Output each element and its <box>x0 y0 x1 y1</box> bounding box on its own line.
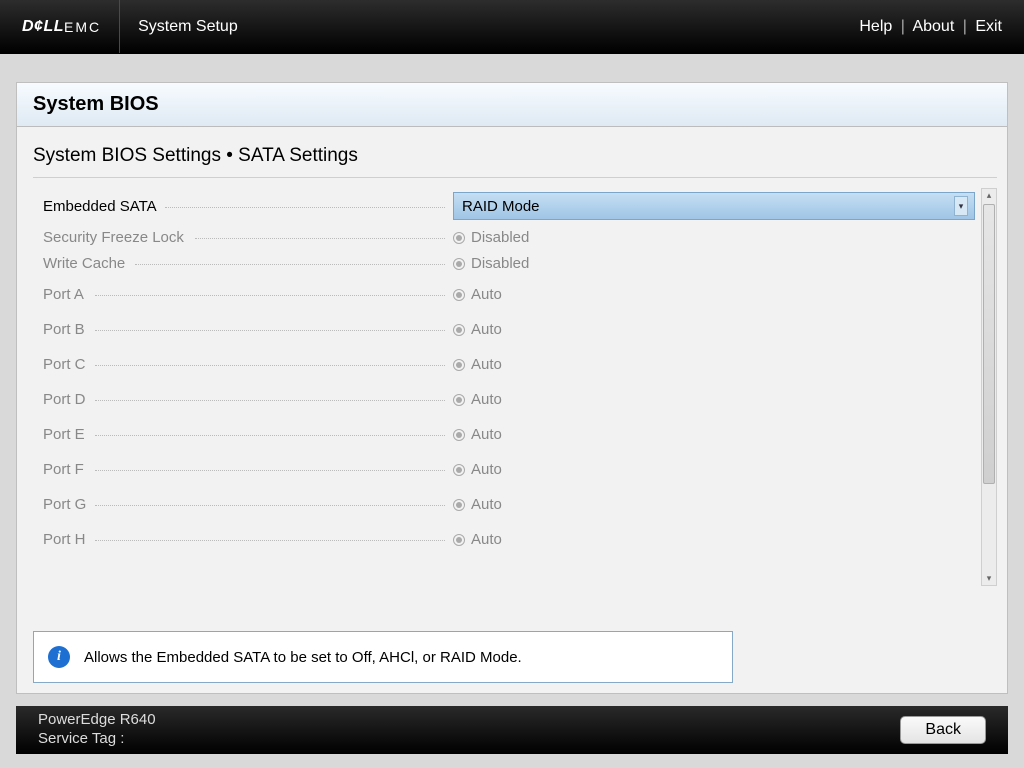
info-icon: i <box>48 646 70 668</box>
row-port: Port D Auto <box>33 382 975 417</box>
form-area: Embedded SATA RAID Mode ▾ Security Freez… <box>33 188 997 586</box>
embedded-sata-selected: RAID Mode <box>462 198 540 215</box>
value-port: Auto <box>453 321 975 338</box>
radio-icon <box>453 359 465 371</box>
app-title: System Setup <box>120 18 238 36</box>
top-bar: D¢LLEMC System Setup Help | About | Exit <box>0 0 1024 54</box>
port-value: Auto <box>471 496 502 513</box>
security-freeze-value: Disabled <box>471 229 529 246</box>
info-box: i Allows the Embedded SATA to be set to … <box>33 631 733 683</box>
top-links: Help | About | Exit <box>859 18 1002 36</box>
port-value: Auto <box>471 391 502 408</box>
row-embedded-sata: Embedded SATA RAID Mode ▾ <box>33 188 975 225</box>
label-port: Port A <box>43 286 453 303</box>
value-port: Auto <box>453 356 975 373</box>
label-port: Port B <box>43 321 453 338</box>
breadcrumb: System BIOS Settings • SATA Settings <box>33 145 997 167</box>
embedded-sata-dropdown[interactable]: RAID Mode ▾ <box>453 192 975 220</box>
label-embedded-sata: Embedded SATA <box>43 198 453 215</box>
label-port: Port E <box>43 426 453 443</box>
label-port: Port G <box>43 496 453 513</box>
exit-link[interactable]: Exit <box>975 18 1002 35</box>
radio-icon <box>453 394 465 406</box>
port-value: Auto <box>471 356 502 373</box>
footer-meta: PowerEdge R640 Service Tag : <box>38 711 156 749</box>
port-value: Auto <box>471 531 502 548</box>
radio-icon <box>453 464 465 476</box>
row-port: Port C Auto <box>33 347 975 382</box>
value-embedded-sata: RAID Mode ▾ <box>453 192 975 220</box>
divider <box>33 177 997 178</box>
model-name: PowerEdge R640 <box>38 711 156 730</box>
row-port: Port G Auto <box>33 487 975 522</box>
port-value: Auto <box>471 461 502 478</box>
label-write-cache: Write Cache <box>43 255 453 272</box>
radio-icon <box>453 499 465 511</box>
row-port: Port H Auto <box>33 522 975 557</box>
separator: | <box>897 18 909 35</box>
port-value: Auto <box>471 286 502 303</box>
radio-icon <box>453 429 465 441</box>
row-port: Port F Auto <box>33 452 975 487</box>
value-port: Auto <box>453 461 975 478</box>
brand-emc: EMC <box>64 19 101 35</box>
scroll-thumb[interactable] <box>983 204 995 484</box>
label-security-freeze: Security Freeze Lock <box>43 229 453 246</box>
footer-bar: PowerEdge R640 Service Tag : Back <box>16 706 1008 754</box>
value-port: Auto <box>453 496 975 513</box>
row-port: Port B Auto <box>33 312 975 347</box>
value-port: Auto <box>453 391 975 408</box>
panel-title: System BIOS <box>17 83 1007 127</box>
separator: | <box>959 18 971 35</box>
chevron-down-icon: ▾ <box>954 196 968 216</box>
row-security-freeze: Security Freeze Lock Disabled <box>33 225 975 251</box>
radio-icon <box>453 289 465 301</box>
value-port: Auto <box>453 286 975 303</box>
main-panel: System BIOS System BIOS Settings • SATA … <box>16 82 1008 694</box>
service-tag-label: Service Tag : <box>38 730 156 749</box>
radio-icon <box>453 232 465 244</box>
help-link[interactable]: Help <box>859 18 892 35</box>
label-port: Port H <box>43 531 453 548</box>
scrollbar[interactable]: ▴ ▾ <box>981 188 997 586</box>
port-value: Auto <box>471 426 502 443</box>
scroll-down-icon[interactable]: ▾ <box>982 572 996 585</box>
radio-icon <box>453 258 465 270</box>
value-port: Auto <box>453 426 975 443</box>
about-link[interactable]: About <box>912 18 954 35</box>
row-write-cache: Write Cache Disabled <box>33 251 975 277</box>
value-port: Auto <box>453 531 975 548</box>
value-write-cache: Disabled <box>453 255 975 272</box>
row-port: Port E Auto <box>33 417 975 452</box>
label-port: Port C <box>43 356 453 373</box>
label-port: Port F <box>43 461 453 478</box>
write-cache-value: Disabled <box>471 255 529 272</box>
port-value: Auto <box>471 321 502 338</box>
brand-logo: D¢LLEMC <box>22 0 120 53</box>
form-body: Embedded SATA RAID Mode ▾ Security Freez… <box>33 188 981 557</box>
radio-icon <box>453 534 465 546</box>
brand-main: D¢LL <box>22 18 64 36</box>
info-text: Allows the Embedded SATA to be set to Of… <box>84 649 522 666</box>
panel-body: System BIOS Settings • SATA Settings Emb… <box>17 127 1007 586</box>
row-port: Port A Auto <box>33 277 975 312</box>
scroll-up-icon[interactable]: ▴ <box>982 189 996 202</box>
back-button[interactable]: Back <box>900 716 986 744</box>
radio-icon <box>453 324 465 336</box>
label-port: Port D <box>43 391 453 408</box>
value-security-freeze: Disabled <box>453 229 975 246</box>
